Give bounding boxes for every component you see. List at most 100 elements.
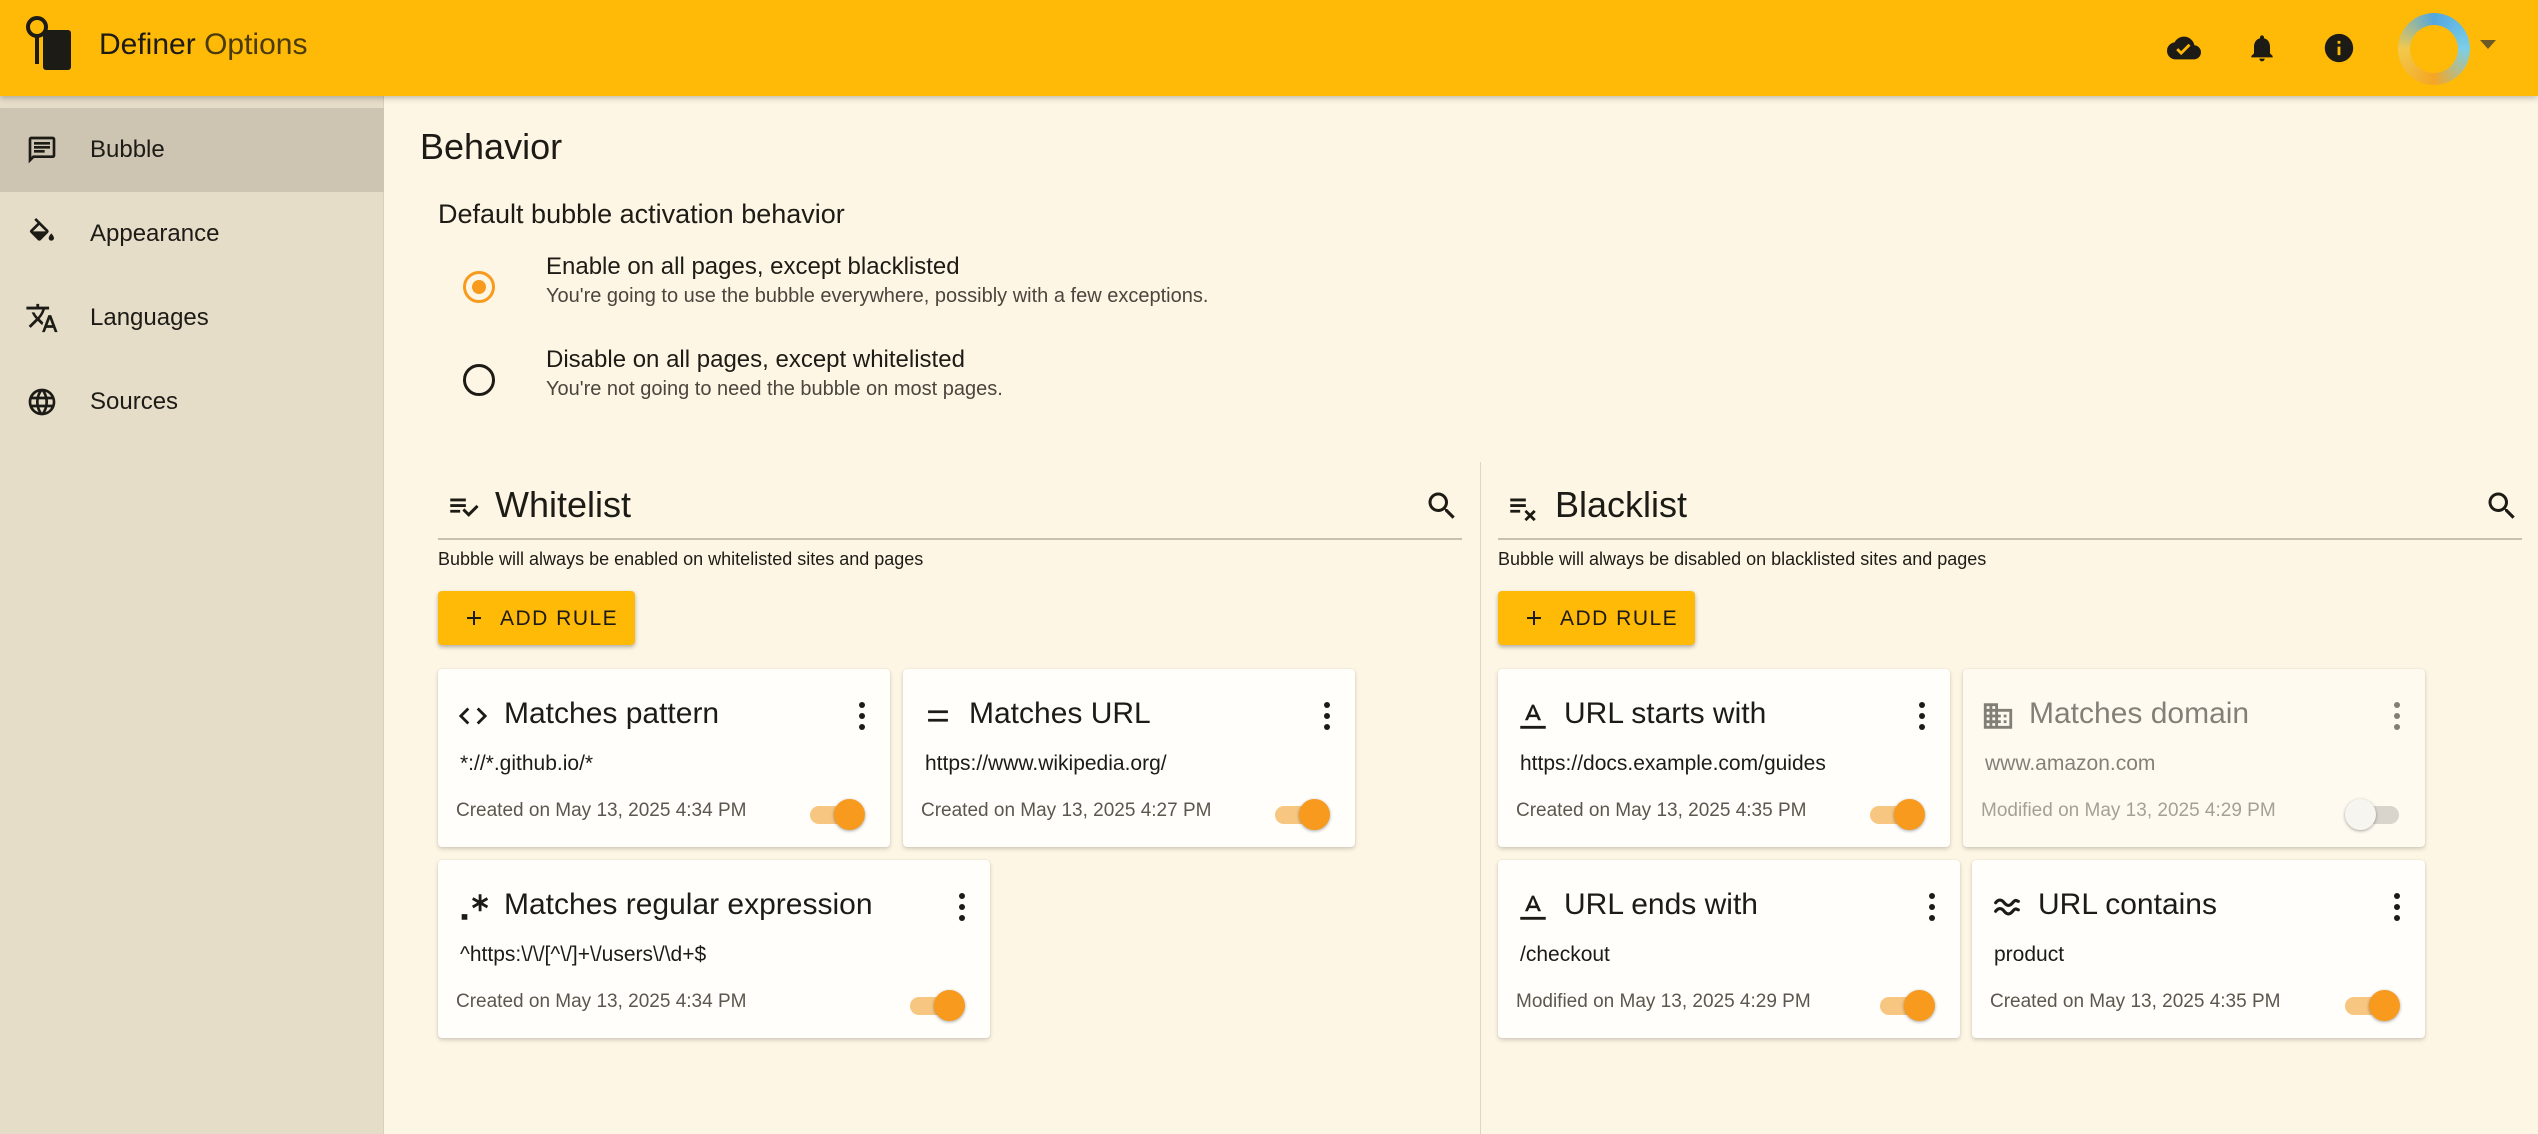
avatar bbox=[2398, 13, 2470, 85]
rule-value: www.amazon.com bbox=[1985, 752, 2156, 775]
more-vert-icon[interactable] bbox=[956, 890, 968, 924]
more-vert-icon[interactable] bbox=[856, 699, 868, 733]
radio-unchecked[interactable] bbox=[463, 364, 495, 396]
playlist-remove-icon bbox=[1510, 498, 1536, 522]
app-bar: Definer Options bbox=[0, 0, 2538, 96]
plus-icon bbox=[467, 611, 481, 625]
rule-date: Created on May 13, 2025 4:27 PM bbox=[921, 800, 1212, 821]
domain-icon bbox=[1981, 699, 2015, 733]
user-avatar[interactable] bbox=[2398, 13, 2470, 85]
rule-value: ^https:\/\/[^\/]+\/users\/\d+$ bbox=[460, 943, 707, 966]
rule-card[interactable]: URL ends with /checkout Modified on May … bbox=[1498, 860, 1960, 1038]
column-divider bbox=[1480, 462, 1481, 1134]
more-vert-icon[interactable] bbox=[1916, 699, 1928, 733]
rule-title: URL starts with bbox=[1564, 697, 1767, 730]
playlist-check-icon bbox=[450, 498, 479, 517]
rule-date: Modified on May 13, 2025 4:29 PM bbox=[1981, 800, 2276, 821]
blacklist-description: Bubble will always be disabled on blackl… bbox=[1498, 549, 1987, 569]
blacklist-header: Blacklist bbox=[1498, 460, 2522, 540]
sidebar-item-languages[interactable]: Languages bbox=[0, 276, 384, 360]
sidebar-item-appearance[interactable]: Appearance bbox=[0, 192, 384, 276]
translate-icon bbox=[24, 300, 60, 336]
search-icon[interactable] bbox=[1424, 488, 1460, 524]
option-label: Enable on all pages, except blacklisted bbox=[546, 253, 960, 280]
whitelist-add-rule-button[interactable]: ADD RULE bbox=[438, 591, 635, 645]
definer-logo-icon bbox=[26, 16, 71, 70]
rule-toggle[interactable] bbox=[810, 797, 865, 831]
rule-title: Matches URL bbox=[969, 697, 1151, 730]
rule-date: Created on May 13, 2025 4:35 PM bbox=[1516, 800, 1807, 821]
chevron-down-icon[interactable] bbox=[2480, 40, 2496, 49]
rule-date: Created on May 13, 2025 4:35 PM bbox=[1990, 991, 2281, 1012]
approx-icon bbox=[1990, 890, 2024, 924]
search-icon[interactable] bbox=[2484, 488, 2520, 524]
sidebar-item-label: Bubble bbox=[90, 136, 165, 163]
chat-bubble-icon bbox=[24, 132, 60, 168]
rule-toggle[interactable] bbox=[1275, 797, 1330, 831]
rule-title: Matches domain bbox=[2029, 697, 2250, 730]
page-title: Behavior bbox=[420, 126, 563, 167]
rule-toggle[interactable] bbox=[2345, 797, 2399, 831]
info-icon[interactable] bbox=[2319, 28, 2359, 68]
more-vert-icon[interactable] bbox=[1926, 890, 1938, 924]
whitelist-header: Whitelist bbox=[438, 460, 1462, 540]
rule-toggle[interactable] bbox=[2345, 988, 2400, 1022]
app-title-sub: Options bbox=[204, 28, 308, 61]
sidebar: Bubble Appearance Languages Sources bbox=[0, 96, 384, 1134]
rule-date: Created on May 13, 2025 4:34 PM bbox=[456, 991, 747, 1012]
option-label: Disable on all pages, except whitelisted bbox=[546, 346, 965, 373]
app-title-main: Definer bbox=[99, 28, 196, 61]
rule-title: Matches pattern bbox=[504, 697, 720, 730]
blacklist-title: Blacklist bbox=[1555, 484, 1688, 525]
rule-card[interactable]: Matches regular expression ^https:\/\/[^… bbox=[438, 860, 990, 1038]
add-rule-label: ADD RULE bbox=[500, 607, 619, 630]
rule-card[interactable]: URL starts with https://docs.example.com… bbox=[1498, 669, 1950, 847]
rule-value: product bbox=[1994, 943, 2065, 966]
more-vert-icon[interactable] bbox=[2391, 699, 2403, 733]
rule-title: URL contains bbox=[2038, 888, 2217, 921]
option-description: You're going to use the bubble everywher… bbox=[546, 285, 1209, 307]
add-rule-label: ADD RULE bbox=[1560, 607, 1679, 630]
rule-date: Modified on May 13, 2025 4:29 PM bbox=[1516, 991, 1811, 1012]
rule-value: *://*.github.io/* bbox=[460, 752, 594, 775]
rule-title: Matches regular expression bbox=[504, 888, 873, 921]
app-title: Definer Options bbox=[99, 28, 307, 62]
sidebar-item-sources[interactable]: Sources bbox=[0, 360, 384, 444]
rule-value: https://docs.example.com/guides bbox=[1520, 752, 1826, 775]
more-vert-icon[interactable] bbox=[1321, 699, 1333, 733]
sidebar-item-label: Languages bbox=[90, 304, 209, 331]
regex-icon bbox=[456, 890, 490, 924]
rule-toggle[interactable] bbox=[1880, 988, 1935, 1022]
rule-toggle[interactable] bbox=[1870, 797, 1925, 831]
rule-title: URL ends with bbox=[1564, 888, 1758, 921]
rule-card[interactable]: URL contains product Created on May 13, … bbox=[1972, 860, 2425, 1038]
equals-icon bbox=[921, 699, 955, 733]
plus-icon bbox=[1527, 611, 1541, 625]
globe-icon bbox=[24, 384, 60, 420]
rule-date: Created on May 13, 2025 4:34 PM bbox=[456, 800, 747, 821]
rule-card[interactable]: Matches domain www.amazon.com Modified o… bbox=[1963, 669, 2425, 847]
more-vert-icon[interactable] bbox=[2391, 890, 2403, 924]
sidebar-item-bubble[interactable]: Bubble bbox=[0, 108, 384, 192]
rule-value: https://www.wikipedia.org/ bbox=[925, 752, 1167, 775]
text-start-icon bbox=[1516, 699, 1550, 733]
blacklist-add-rule-button[interactable]: ADD RULE bbox=[1498, 591, 1695, 645]
option-disable-except-whitelisted[interactable]: Disable on all pages, except whitelisted… bbox=[438, 346, 1838, 416]
code-icon bbox=[456, 699, 490, 733]
option-enable-except-blacklisted[interactable]: Enable on all pages, except blacklisted … bbox=[438, 253, 1838, 323]
whitelist-title: Whitelist bbox=[495, 484, 632, 525]
option-description: You're not going to need the bubble on m… bbox=[546, 378, 1003, 400]
bell-icon[interactable] bbox=[2242, 28, 2282, 68]
rule-toggle[interactable] bbox=[910, 988, 965, 1022]
whitelist-description: Bubble will always be enabled on whiteli… bbox=[438, 549, 924, 569]
cloud-done-icon[interactable] bbox=[2164, 28, 2204, 68]
sidebar-item-label: Appearance bbox=[90, 220, 220, 247]
paint-bucket-icon bbox=[24, 216, 60, 252]
sidebar-item-label: Sources bbox=[90, 388, 179, 415]
rule-card[interactable]: Matches pattern *://*.github.io/* Create… bbox=[438, 669, 890, 847]
rule-card[interactable]: Matches URL https://www.wikipedia.org/ C… bbox=[903, 669, 1355, 847]
section-title: Default bubble activation behavior bbox=[438, 199, 845, 229]
rule-value: /checkout bbox=[1520, 943, 1610, 966]
text-end-icon bbox=[1516, 890, 1550, 924]
radio-checked[interactable] bbox=[463, 271, 495, 303]
